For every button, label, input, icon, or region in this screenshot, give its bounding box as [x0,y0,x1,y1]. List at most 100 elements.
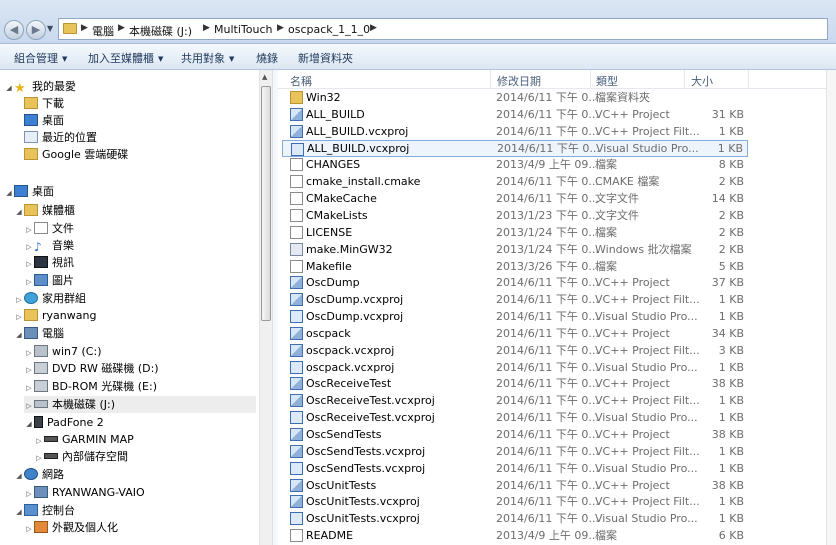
file-row[interactable]: oscpack.vcxproj 2014/6/11 下午 0... VC++ Pro… [282,342,748,359]
include-in-library-button[interactable]: 加入至媒體櫃 ▼ [88,50,163,66]
chevron-right-icon[interactable]: ▶ [203,23,210,33]
file-row[interactable]: CMakeLists 2013/1/23 下午 0... 文字文件 2 KB [282,207,748,224]
breadcrumb-computer[interactable]: 電腦 [92,23,114,39]
burn-button[interactable]: 燒錄 [256,50,278,66]
nav-network[interactable]: ◢ 網路 [14,466,64,483]
column-divider[interactable] [490,70,491,88]
file-row[interactable]: README 2013/4/9 上午 09... 檔案 6 KB [282,527,748,544]
file-row[interactable]: ALL_BUILD 2014/6/11 下午 0... VC++ Project 31… [282,106,748,123]
collapse-icon[interactable]: ◢ [4,185,14,202]
nav-favorites[interactable]: ◢ ★ 我的最愛 [4,78,76,95]
nav-google-drive[interactable]: Google 雲端硬碟 [24,146,128,163]
nav-pictures[interactable]: ▷ 圖片 [24,272,74,289]
scrollbar-thumb[interactable] [261,86,271,321]
nav-network-pc[interactable]: ▷ RYANWANG-VAIO [24,484,145,501]
star-icon: ★ [14,81,26,96]
file-row[interactable]: OscSendTests.vcxproj 2014/6/11 下午 0... VC+… [282,443,748,460]
nav-downloads[interactable]: 下載 [24,95,64,112]
nav-homegroup[interactable]: ▷ 家用群組 [14,290,86,307]
file-row[interactable]: CHANGES 2013/4/9 上午 09... 檔案 8 KB [282,156,748,173]
back-button[interactable]: ◀ [4,20,24,40]
collapse-icon[interactable]: ◢ [24,416,34,433]
file-row[interactable]: Makefile 2013/3/26 下午 0... 檔案 5 KB [282,258,748,275]
nav-drive-e[interactable]: ▷ BD-ROM 光碟機 (E:) [24,378,157,395]
collapse-icon[interactable]: ◢ [14,504,24,521]
share-with-button[interactable]: 共用對象 ▼ [181,50,234,66]
column-header-date[interactable]: 修改日期 [497,73,541,89]
nav-garmin-map[interactable]: ▷ GARMIN MAP [34,431,134,448]
new-folder-button[interactable]: 新增資料夾 [298,50,353,66]
nav-padfone[interactable]: ◢ PadFone 2 [24,414,104,431]
file-row[interactable]: OscUnitTests.vcxproj 2014/6/11 下午 0... VC+… [282,493,748,510]
nav-desktop-favorite[interactable]: 桌面 [24,112,64,129]
nav-videos[interactable]: ▷ 視訊 [24,254,74,271]
chevron-right-icon[interactable]: ▶ [81,23,88,33]
nav-libraries[interactable]: ◢ 媒體櫃 [14,202,75,219]
expand-icon[interactable]: ▷ [24,398,34,415]
nav-user-folder[interactable]: ▷ ryanwang [14,307,96,324]
expand-icon[interactable]: ▷ [34,450,44,467]
file-row[interactable]: OscSendTests.vcxproj 2014/6/11 下午 0... Vis… [282,460,748,477]
file-row[interactable]: make.MinGW32 2013/1/24 下午 0... Windows 批次檔… [282,241,748,258]
expand-icon[interactable]: ▷ [24,362,34,379]
file-row[interactable]: OscUnitTests 2014/6/11 下午 0... VC++ Projec… [282,477,748,494]
navigation-scrollbar[interactable]: ▲ [259,70,272,545]
chevron-right-icon[interactable]: ▶ [370,23,377,33]
collapse-icon[interactable]: ◢ [14,327,24,344]
file-row[interactable]: oscpack.vcxproj 2014/6/11 下午 0... Visual S… [282,359,748,376]
chevron-right-icon[interactable]: ▶ [118,23,125,33]
breadcrumb-drive-j[interactable]: 本機磁碟 (J:) [129,23,192,39]
file-row[interactable]: ALL_BUILD.vcxproj 2014/6/11 下午 0... Visual… [282,140,748,157]
column-header-size[interactable]: 大小 [691,73,713,89]
collapse-icon[interactable]: ◢ [14,468,24,485]
file-row[interactable]: OscReceiveTest 2014/6/11 下午 0... VC++ Proj… [282,375,748,392]
nav-music[interactable]: ▷ ♪ 音樂 [24,237,74,254]
expand-icon[interactable]: ▷ [24,380,34,397]
organize-button[interactable]: 組合管理 ▼ [14,50,67,66]
nav-appearance[interactable]: ▷ 外觀及個人化 [24,519,118,536]
scroll-up-icon[interactable]: ▲ [262,73,267,81]
nav-documents[interactable]: ▷ 文件 [24,220,74,237]
file-row[interactable]: OscReceiveTest.vcxproj 2014/6/11 下午 0... V… [282,392,748,409]
file-row[interactable]: OscUnitTests.vcxproj 2014/6/11 下午 0... Vis… [282,510,748,527]
forward-button[interactable]: ▶ [26,20,46,40]
nav-drive-d[interactable]: ▷ DVD RW 磁碟機 (D:) [24,360,159,377]
recent-pages-dropdown-icon[interactable]: ▼ [47,24,53,33]
nav-drive-c[interactable]: ▷ win7 (C:) [24,343,102,360]
file-row[interactable]: CMakeCache 2014/6/11 下午 0... 文字文件 14 KB [282,190,748,207]
column-header-type[interactable]: 類型 [596,73,618,89]
expand-icon[interactable]: ▷ [24,274,34,291]
nav-drive-j[interactable]: ▷ 本機磁碟 (J:) [24,396,256,413]
file-row[interactable]: ALL_BUILD.vcxproj 2014/6/11 下午 0... VC++ P… [282,123,748,140]
expand-icon[interactable]: ▷ [24,486,34,503]
file-list-scrollbar[interactable] [826,70,836,545]
collapse-icon[interactable]: ◢ [14,204,24,221]
chevron-right-icon[interactable]: ▶ [277,23,284,33]
expand-icon[interactable]: ▷ [14,309,24,326]
nav-internal-storage[interactable]: ▷ 內部儲存空間 [34,448,128,465]
file-name: OscDump [306,276,360,289]
column-divider[interactable] [590,70,591,88]
column-header-name[interactable]: 名稱 [290,73,312,89]
file-row[interactable]: cmake_install.cmake 2014/6/11 下午 0... CMAK… [282,173,748,190]
file-row[interactable]: OscDump 2014/6/11 下午 0... VC++ Project 37 K… [282,274,748,291]
file-row[interactable]: OscDump.vcxproj 2014/6/11 下午 0... Visual S… [282,308,748,325]
nav-control-panel[interactable]: ◢ 控制台 [14,502,75,519]
nav-recent-places[interactable]: 最近的位置 [24,129,97,146]
address-bar[interactable]: ▶ 電腦 ▶ 本機磁碟 (J:) ▶ MultiTouch ▶ oscpack_… [58,18,828,40]
file-row[interactable]: LICENSE 2013/1/24 下午 0... 檔案 2 KB [282,224,748,241]
file-row[interactable]: OscDump.vcxproj 2014/6/11 下午 0... VC++ Pro… [282,291,748,308]
expand-icon[interactable]: ▷ [24,256,34,273]
expand-icon[interactable]: ▷ [24,521,34,538]
breadcrumb-multitouch[interactable]: MultiTouch [214,23,272,36]
file-row[interactable]: OscReceiveTest.vcxproj 2014/6/11 下午 0... V… [282,409,748,426]
column-divider[interactable] [748,70,749,88]
collapse-icon[interactable]: ◢ [4,80,14,97]
nav-computer[interactable]: ◢ 電腦 [14,325,64,342]
file-row[interactable]: oscpack 2014/6/11 下午 0... VC++ Project 34 K… [282,325,748,342]
file-row[interactable]: OscSendTests 2014/6/11 下午 0... VC++ Projec… [282,426,748,443]
breadcrumb-oscpack[interactable]: oscpack_1_1_0 [288,23,370,36]
file-row[interactable]: Win32 2014/6/11 下午 0... 檔案資料夾 [282,89,748,106]
column-divider[interactable] [684,70,685,88]
nav-desktop[interactable]: ◢ 桌面 [4,183,54,200]
